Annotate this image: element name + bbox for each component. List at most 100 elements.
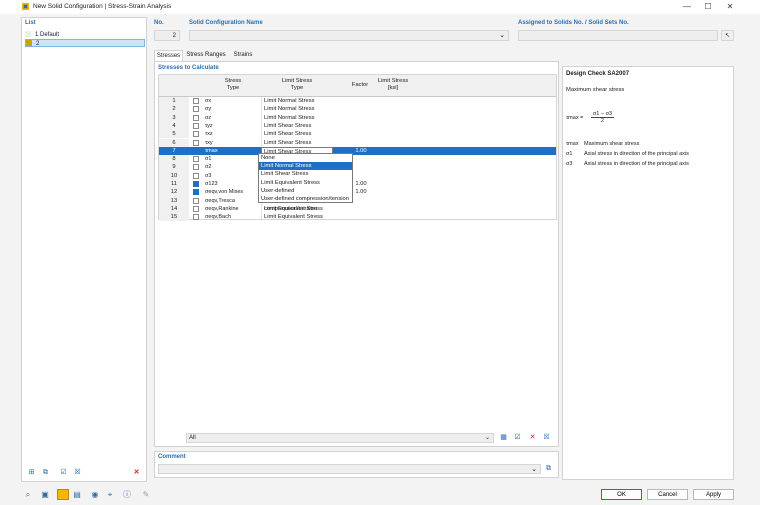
formula-fraction: σ1 − σ3 2	[590, 111, 615, 124]
uncheck-all-icon[interactable]: ☒	[541, 433, 552, 443]
table-row[interactable]: 5 τxz Limit Shear Stress	[159, 130, 556, 139]
chevron-down-icon[interactable]: ⌄	[499, 31, 505, 41]
list-item-default[interactable]: 1 Default	[25, 31, 145, 39]
limit-type-cell[interactable]: Limit Shear Stress	[261, 121, 333, 131]
row-checkbox[interactable]	[193, 205, 199, 212]
list-panel: List 1 Default 2 ⊞ ⧉ ☑ ☒ ✕	[21, 17, 147, 482]
check-all-icon[interactable]: ☑	[58, 468, 69, 478]
title-bar: New Solid Configuration | Stress-Strain …	[0, 0, 760, 14]
comment-field[interactable]: ⌄	[158, 464, 541, 474]
table-row[interactable]: 10 σ3 Limit Shear Stress	[159, 171, 556, 180]
number-icon[interactable]: ▣	[39, 489, 51, 500]
row-checkbox[interactable]	[193, 98, 199, 104]
table-row[interactable]: 7 τmax Limit Shear Stress 1.00	[159, 146, 556, 156]
tab-stress-ranges[interactable]: Stress Ranges	[185, 50, 227, 61]
info-icon[interactable]: ⓘ	[121, 489, 133, 500]
edit-icon[interactable]: ✎	[140, 489, 152, 500]
table-row[interactable]: 12σeqv,von MisesUser-defined1.00	[159, 188, 556, 197]
row-checkbox[interactable]	[193, 189, 199, 196]
filter-select[interactable]: All ⌄	[186, 433, 494, 443]
table-row[interactable]: 6 τxy Limit Shear Stress	[159, 138, 556, 147]
table-row[interactable]: 13 σeqv,Tresca User-defined compression/te…	[159, 196, 556, 212]
row-checkbox[interactable]	[193, 106, 199, 113]
no-field[interactable]: 2	[154, 30, 180, 41]
limit-type-cell[interactable]: Limit Normal Stress	[261, 105, 333, 114]
app-icon	[21, 2, 30, 11]
color-icon[interactable]	[57, 489, 69, 500]
table-row[interactable]: 15 σeqv,Bach Limit Equivalent Stress	[159, 213, 556, 222]
table-row[interactable]: 9 σ2 Limit Normal Stress	[159, 163, 556, 172]
row-checkbox[interactable]	[193, 139, 199, 146]
ok-button[interactable]: OK	[601, 489, 642, 500]
row-number: 12	[159, 188, 189, 197]
search-icon[interactable]: ⌕	[22, 489, 34, 500]
table-row[interactable]: 3 σz Limit Normal Stress	[159, 113, 556, 122]
formula-legend: τmax Maximum shear stress σ1 Axial stress …	[566, 139, 689, 169]
new-item-icon[interactable]: ⊞	[26, 468, 37, 478]
table-icon[interactable]: ▦	[498, 433, 509, 443]
row-checkbox[interactable]	[193, 114, 199, 121]
list-item-label: 2	[36, 41, 40, 47]
select-icon[interactable]: ⌖	[104, 489, 116, 500]
chevron-down-icon[interactable]: ⌄	[485, 434, 490, 443]
option-user-defined-ct[interactable]: User-defined compression/tension	[259, 195, 352, 203]
option-none[interactable]: None	[259, 154, 352, 162]
comment-library-icon[interactable]: ⧉	[543, 464, 554, 474]
no-label: No.	[154, 20, 164, 26]
select-solids-icon[interactable]: ↖	[721, 30, 734, 41]
row-checkbox[interactable]	[193, 197, 199, 204]
row-number: 9	[159, 163, 189, 172]
units-icon[interactable]: ▤	[71, 489, 83, 500]
table-row[interactable]: 11σ123Limit Equivalent Stress1.00	[159, 180, 556, 189]
chevron-down-icon[interactable]: ⌄	[531, 465, 537, 474]
minimize-icon[interactable]: —	[676, 1, 698, 13]
list-header: List	[25, 20, 36, 26]
option-user-defined[interactable]: User-defined	[259, 187, 352, 195]
row-checkbox[interactable]	[193, 181, 199, 187]
copy-item-icon[interactable]: ⧉	[40, 468, 51, 478]
window-title: New Solid Configuration | Stress-Strain …	[33, 3, 172, 10]
config-name-field[interactable]: ⌄	[189, 30, 509, 41]
close-icon[interactable]: ✕	[719, 1, 741, 13]
assigned-field[interactable]	[518, 30, 718, 41]
row-checkbox[interactable]	[193, 214, 199, 221]
tab-stresses[interactable]: Stresses	[154, 50, 183, 61]
table-row[interactable]: 1 σx Limit Normal Stress	[159, 97, 556, 106]
table-row[interactable]: 8 σ1 None	[159, 155, 556, 164]
table-row[interactable]: 4 τyz Limit Shear Stress	[159, 121, 556, 131]
row-checkbox[interactable]	[193, 122, 199, 129]
check-all-icon[interactable]: ☑	[512, 433, 523, 443]
maximize-icon[interactable]: ☐	[697, 1, 719, 13]
cancel-button[interactable]: Cancel	[647, 489, 688, 500]
row-number: 6	[159, 138, 189, 147]
limit-type-cell[interactable]: Limit Shear Stress	[261, 130, 333, 139]
limit-type-cell[interactable]: Limit Normal Stress	[261, 97, 333, 106]
stress-type: τxz	[205, 131, 213, 138]
option-limit-shear[interactable]: Limit Shear Stress	[259, 170, 352, 178]
limit-type-dropdown[interactable]: None Limit Normal Stress Limit Shear Str…	[258, 153, 353, 203]
row-checkbox[interactable]	[193, 147, 199, 154]
limit-type-cell[interactable]: Limit Shear Stress	[261, 138, 333, 147]
table-row[interactable]: 2 σy Limit Normal Stress	[159, 105, 556, 114]
row-checkbox[interactable]	[193, 172, 199, 179]
row-checkbox[interactable]	[193, 164, 199, 171]
row-number: 14	[159, 204, 189, 214]
limit-type-cell[interactable]: Limit Normal Stress	[261, 113, 333, 122]
limit-type-cell[interactable]: Limit Equivalent Stress	[261, 213, 333, 222]
delete-icon[interactable]: ✕	[131, 468, 142, 478]
row-number: 7	[159, 146, 189, 156]
table-row[interactable]: 14 σeqv,Rankine Limit Equivalent Stress	[159, 204, 556, 214]
list-item-2[interactable]: 2	[25, 39, 145, 47]
view-icon[interactable]: ◉	[89, 489, 101, 500]
formula-lhs: τmax =	[566, 114, 584, 121]
delete-icon[interactable]: ✕	[527, 433, 538, 443]
tab-strains[interactable]: Strains	[230, 50, 256, 61]
limit-type-cell[interactable]: Limit Equivalent Stress	[261, 204, 333, 214]
row-number: 3	[159, 113, 189, 122]
uncheck-all-icon[interactable]: ☒	[72, 468, 83, 478]
row-checkbox[interactable]	[193, 156, 199, 163]
option-limit-normal[interactable]: Limit Normal Stress	[259, 162, 352, 171]
row-checkbox[interactable]	[193, 131, 199, 138]
apply-button[interactable]: Apply	[693, 489, 734, 500]
option-limit-equivalent[interactable]: Limit Equivalent Stress	[259, 179, 352, 187]
